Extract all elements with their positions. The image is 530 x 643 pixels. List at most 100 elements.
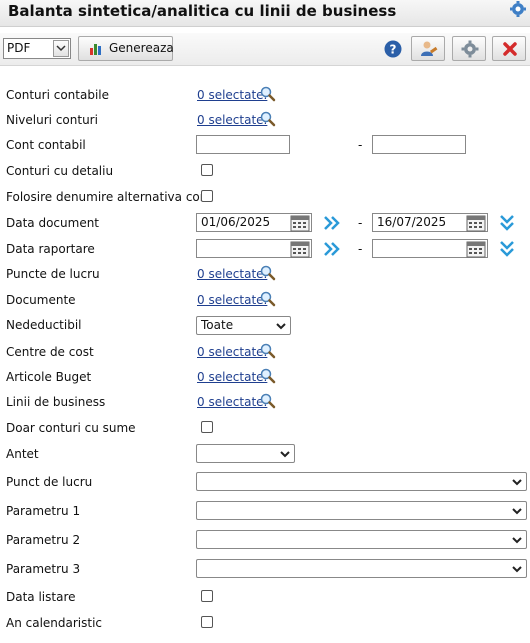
row-centre-de-cost: Centre de cost 0 selectate. xyxy=(0,342,530,362)
user-report-button[interactable] xyxy=(411,36,445,61)
antet-label: Antet xyxy=(6,447,39,461)
double-chevron-down-icon[interactable] xyxy=(498,213,516,233)
close-icon xyxy=(503,42,517,56)
options-button[interactable] xyxy=(452,36,486,61)
parametru-2-label: Parametru 2 xyxy=(6,533,81,547)
chevron-down-icon xyxy=(53,40,69,57)
an-calendaristic-checkbox[interactable] xyxy=(201,616,213,628)
calendar-icon[interactable] xyxy=(466,241,486,258)
settings-gear-icon[interactable] xyxy=(508,0,528,20)
parametru-1-label: Parametru 1 xyxy=(6,504,81,518)
toolbar: PDF Genereaza ? xyxy=(0,33,530,66)
data-listare-checkbox[interactable] xyxy=(201,590,213,602)
bar-chart-icon xyxy=(90,44,101,55)
generate-button[interactable]: Genereaza xyxy=(78,36,174,61)
centre-de-cost-link[interactable]: 0 selectate. xyxy=(197,345,267,359)
double-chevron-down-icon[interactable] xyxy=(498,239,516,259)
linii-de-business-label: Linii de business xyxy=(6,395,106,409)
conturi-contabile-link[interactable]: 0 selectate. xyxy=(197,88,267,102)
search-icon[interactable] xyxy=(260,86,276,102)
user-edit-icon xyxy=(421,41,438,56)
nedeductibil-label: Nedeductibil xyxy=(6,318,82,332)
doar-conturi-cu-sume-label: Doar conturi cu sume xyxy=(6,421,136,435)
row-doar-conturi-cu-sume: Doar conturi cu sume xyxy=(0,418,530,438)
articole-buget-link[interactable]: 0 selectate. xyxy=(197,370,267,384)
centre-de-cost-label: Centre de cost xyxy=(6,345,94,359)
data-document-from-value: 01/06/2025 xyxy=(201,215,271,229)
data-document-to-input[interactable]: 16/07/2025 xyxy=(372,213,488,232)
niveluri-conturi-link[interactable]: 0 selectate. xyxy=(197,113,267,127)
svg-text:?: ? xyxy=(390,43,397,57)
calendar-icon[interactable] xyxy=(290,241,310,258)
row-data-raportare: Data raportare - xyxy=(0,239,530,259)
documente-link[interactable]: 0 selectate. xyxy=(197,293,267,307)
parametru-3-label: Parametru 3 xyxy=(6,562,81,576)
antet-select[interactable] xyxy=(196,444,295,463)
linii-de-business-link[interactable]: 0 selectate. xyxy=(197,395,267,409)
row-articole-buget: Articole Buget 0 selectate. xyxy=(0,367,530,387)
data-document-to-value: 16/07/2025 xyxy=(377,215,447,229)
doar-conturi-cu-sume-checkbox[interactable] xyxy=(201,421,213,433)
help-icon[interactable]: ? xyxy=(384,40,402,58)
data-raportare-label: Data raportare xyxy=(6,242,95,256)
double-chevron-right-icon[interactable] xyxy=(322,240,342,258)
row-niveluri-conturi: Niveluri conturi 0 selectate. xyxy=(0,110,530,130)
nedeductibil-value: Toate xyxy=(201,318,234,332)
cont-contabil-to-input[interactable] xyxy=(372,135,466,154)
cont-contabil-label: Cont contabil xyxy=(6,138,86,152)
row-antet: Antet xyxy=(0,444,530,464)
an-calendaristic-label: An calendaristic xyxy=(6,616,103,630)
chevron-down-icon xyxy=(276,323,286,330)
data-raportare-to-input[interactable] xyxy=(372,239,488,258)
chevron-down-icon xyxy=(512,537,522,544)
row-conturi-cu-detaliu: Conturi cu detaliu xyxy=(0,161,530,181)
row-data-document: Data document 01/06/2025 - 16/07/2025 xyxy=(0,213,530,233)
chevron-down-icon xyxy=(512,508,522,515)
range-separator: - xyxy=(358,216,363,230)
double-chevron-right-icon[interactable] xyxy=(322,214,342,232)
parametru-2-select[interactable] xyxy=(196,530,527,549)
range-separator: - xyxy=(358,138,363,152)
puncte-de-lucru-label: Puncte de lucru xyxy=(6,267,100,281)
search-icon[interactable] xyxy=(260,368,276,384)
articole-buget-label: Articole Buget xyxy=(6,370,92,384)
row-an-calendaristic: An calendaristic xyxy=(0,613,530,633)
row-cont-contabil: Cont contabil - xyxy=(0,135,530,155)
page-title: Balanta sintetica/analitica cu linii de … xyxy=(8,2,397,20)
search-icon[interactable] xyxy=(260,111,276,127)
calendar-icon[interactable] xyxy=(290,215,310,232)
row-data-listare: Data listare xyxy=(0,587,530,607)
chevron-down-icon xyxy=(512,479,522,486)
range-separator: - xyxy=(358,242,363,256)
data-document-from-input[interactable]: 01/06/2025 xyxy=(196,213,312,232)
nedeductibil-select[interactable]: Toate xyxy=(196,316,291,335)
parametru-1-select[interactable] xyxy=(196,501,527,520)
search-icon[interactable] xyxy=(260,343,276,359)
punct-de-lucru-select[interactable] xyxy=(196,472,527,491)
parametru-3-select[interactable] xyxy=(196,559,527,578)
conturi-contabile-label: Conturi contabile xyxy=(6,88,109,102)
data-raportare-from-input[interactable] xyxy=(196,239,312,258)
row-parametru-3: Parametru 3 xyxy=(0,559,530,579)
niveluri-conturi-label: Niveluri conturi xyxy=(6,113,98,127)
search-icon[interactable] xyxy=(260,393,276,409)
row-puncte-de-lucru: Puncte de lucru 0 selectate. xyxy=(0,264,530,284)
gear-icon xyxy=(461,40,479,58)
chevron-down-icon xyxy=(280,451,290,458)
chevron-down-icon xyxy=(512,566,522,573)
punct-de-lucru-label: Punct de lucru xyxy=(6,475,93,489)
close-button[interactable] xyxy=(492,36,526,61)
denumire-alternativa-checkbox[interactable] xyxy=(201,190,213,202)
row-linii-de-business: Linii de business 0 selectate. xyxy=(0,392,530,412)
calendar-icon[interactable] xyxy=(466,215,486,232)
row-punct-de-lucru: Punct de lucru xyxy=(0,472,530,492)
puncte-de-lucru-link[interactable]: 0 selectate. xyxy=(197,267,267,281)
cont-contabil-from-input[interactable] xyxy=(196,135,290,154)
row-denumire-alternativa: Folosire denumire alternativa cont xyxy=(0,187,530,207)
conturi-cu-detaliu-checkbox[interactable] xyxy=(201,164,213,176)
search-icon[interactable] xyxy=(260,291,276,307)
row-parametru-1: Parametru 1 xyxy=(0,501,530,521)
row-conturi-contabile: Conturi contabile 0 selectate. xyxy=(0,85,530,105)
search-icon[interactable] xyxy=(260,265,276,281)
format-select[interactable]: PDF xyxy=(3,38,71,59)
